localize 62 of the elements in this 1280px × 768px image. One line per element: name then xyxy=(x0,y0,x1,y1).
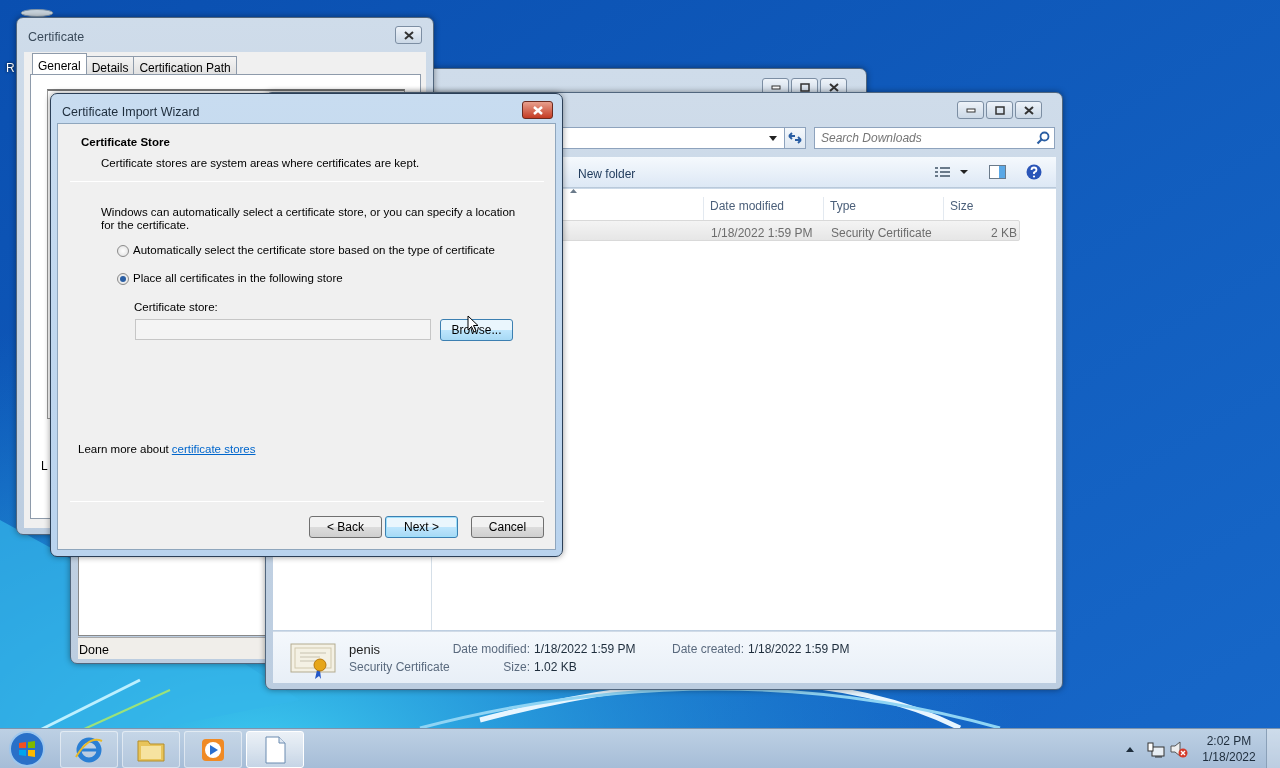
browse-button[interactable]: Browse... xyxy=(440,318,513,341)
learn-more-text: Learn more about xyxy=(78,441,169,457)
network-icon[interactable] xyxy=(1147,742,1165,758)
field-value: 1.02 KB xyxy=(534,659,577,676)
view-options-icon[interactable] xyxy=(935,166,971,178)
wizard-button[interactable]: < Back xyxy=(309,516,382,538)
radio-label: Place all certificates in the following store xyxy=(133,271,343,287)
maximize-button[interactable] xyxy=(986,101,1013,119)
search-field[interactable]: Search Downloads xyxy=(814,127,1055,149)
maximize-icon xyxy=(994,105,1005,115)
radio-button[interactable] xyxy=(117,244,129,257)
tab[interactable]: Details xyxy=(85,56,135,74)
window-title: Certificate xyxy=(28,29,85,46)
field-value: 1/18/2022 1:59 PM xyxy=(534,641,636,658)
clock-date: 1/18/2022 xyxy=(1201,749,1257,765)
desktop-icon-label[interactable]: R xyxy=(6,59,15,77)
start-button[interactable] xyxy=(8,730,46,768)
volume-muted-icon[interactable] xyxy=(1170,740,1188,758)
radio-option[interactable]: Place all certificates in the following store xyxy=(117,270,343,288)
close-button[interactable] xyxy=(1015,101,1042,119)
refresh-button[interactable] xyxy=(784,127,806,149)
field-label: Size: xyxy=(502,659,530,676)
table-cell-text: Security Certificate xyxy=(831,225,932,242)
body-text: L xyxy=(41,458,48,475)
wizard-subheading: Certificate stores are system areas where certificates are kept. xyxy=(100,156,421,172)
file-name: penis xyxy=(349,641,381,659)
certificate-icon xyxy=(290,640,336,680)
taskbar-item[interactable] xyxy=(60,731,118,768)
dropdown-icon[interactable] xyxy=(769,136,777,141)
recycle-bin-icon[interactable] xyxy=(20,9,54,17)
table-cell-text: 2 KB xyxy=(991,225,1017,242)
field-label: Date created: xyxy=(672,641,744,658)
new-folder-button[interactable]: New folder xyxy=(578,165,636,183)
clock[interactable]: 2:02 PM 1/18/2022 xyxy=(1196,733,1262,765)
clock-time: 2:02 PM xyxy=(1205,733,1253,749)
minimize-icon xyxy=(965,107,976,113)
maximize-icon xyxy=(799,82,810,92)
tab[interactable]: General xyxy=(32,53,87,74)
table-cell-text: 1/18/2022 1:59 PM xyxy=(711,225,813,242)
window-title: Certificate Import Wizard xyxy=(62,104,200,121)
refresh-icon xyxy=(787,131,803,145)
close-button[interactable] xyxy=(395,26,422,44)
radio-label: Automatically select the certificate store based on the type of certificate xyxy=(133,243,495,258)
close-button[interactable] xyxy=(522,101,553,119)
field-label: Date modified: xyxy=(452,641,530,658)
field-label: Certificate store: xyxy=(134,299,218,315)
radio-option[interactable]: Automatically select the certificate store based on the type of certificate xyxy=(117,242,495,260)
help-link[interactable]: certificate stores xyxy=(171,440,256,458)
help-icon[interactable] xyxy=(1026,164,1042,180)
store-field[interactable] xyxy=(135,319,431,341)
field-value: 1/18/2022 1:59 PM xyxy=(748,641,850,658)
tab[interactable]: Certification Path xyxy=(133,56,237,74)
preview-pane-icon[interactable] xyxy=(989,165,1006,179)
minimize-icon xyxy=(770,84,781,90)
minimize-button[interactable] xyxy=(957,101,984,119)
wizard-button[interactable]: Cancel xyxy=(471,516,544,538)
file-type: Security Certificate xyxy=(349,659,450,676)
radio-button[interactable] xyxy=(117,272,129,285)
show-hidden-icons-icon[interactable] xyxy=(1126,747,1134,752)
wizard-button[interactable]: Next > xyxy=(385,516,458,538)
wizard-heading: Certificate Store xyxy=(81,135,171,150)
search-icon[interactable] xyxy=(1036,131,1050,145)
